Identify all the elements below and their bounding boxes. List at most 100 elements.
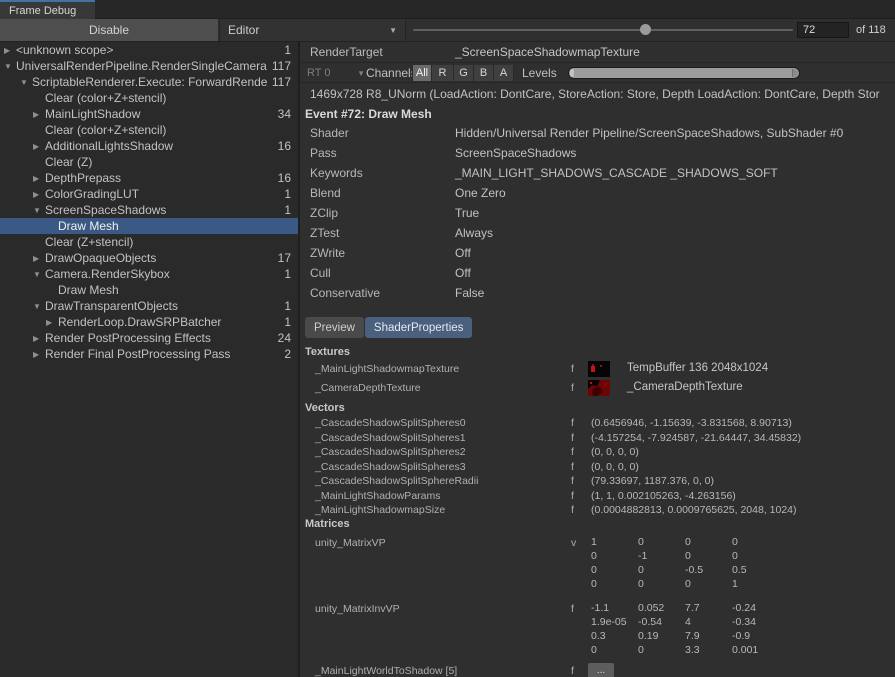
expand-arrow-icon[interactable]: ▼ [33,270,45,279]
tree-item[interactable]: ▶MainLightShadow34 [0,106,298,122]
tree-item[interactable]: ▶DrawOpaqueObjects17 [0,250,298,266]
tree-item[interactable]: Clear (color+Z+stencil) [0,90,298,106]
tree-item-count: 1 [284,203,291,217]
render-target-row: RenderTarget _ScreenSpaceShadowmapTextur… [300,42,895,63]
expand-arrow-icon[interactable]: ▶ [33,190,45,199]
tree-item-selected[interactable]: Draw Mesh [0,218,298,234]
preview-tabs: Preview ShaderProperties [305,317,895,338]
matrix-row: unity_MatrixVP v 1000 0-100 00-0.50.5 00… [300,536,895,592]
tree-item[interactable]: Clear (Z+stencil) [0,234,298,250]
expand-arrow-icon[interactable]: ▼ [20,78,32,87]
tree-item[interactable]: ▶ColorGradingLUT1 [0,186,298,202]
expand-matrix-array-button[interactable]: ... [588,663,614,677]
channel-button-all[interactable]: All [413,65,432,81]
tree-item[interactable]: ▶<unknown scope>1 [0,42,298,58]
event-detail-panel: RenderTarget _ScreenSpaceShadowmapTextur… [300,42,895,677]
tree-item[interactable]: Clear (color+Z+stencil) [0,122,298,138]
tree-item[interactable]: ▼UniversalRenderPipeline.RenderSingleCam… [0,58,298,74]
matrix-cell: -0.34 [732,616,779,628]
tree-item-count: 2 [284,347,291,361]
channel-button-g[interactable]: G [454,65,474,81]
tab-shader-properties[interactable]: ShaderProperties [365,317,473,338]
matrix-cell: 7.7 [685,602,732,614]
expand-arrow-icon[interactable]: ▶ [4,46,16,55]
property-value: Hidden/Universal Render Pipeline/ScreenS… [455,126,843,140]
channel-button-r[interactable]: R [432,65,454,81]
expand-arrow-icon[interactable]: ▼ [4,62,16,71]
frame-total-label: of 118 [856,19,886,41]
property-value: Off [455,266,471,280]
expand-arrow-icon[interactable]: ▶ [33,334,45,343]
expand-arrow-icon[interactable]: ▶ [33,110,45,119]
property-value: Off [455,246,471,260]
tree-item[interactable]: ▶AdditionalLightsShadow16 [0,138,298,154]
tree-item[interactable]: ▶RenderLoop.DrawSRPBatcher1 [0,314,298,330]
tree-item[interactable]: ▼DrawTransparentObjects1 [0,298,298,314]
matrix-cell: 0 [638,536,685,548]
matrix-cell: 0.001 [732,644,779,656]
matrix-cell: -0.9 [732,630,779,642]
render-target-value: _ScreenSpaceShadowmapTexture [455,45,640,59]
expand-arrow-icon[interactable]: ▶ [33,350,45,359]
matrix-cell: 1.9e-05 [591,616,638,628]
expand-arrow-icon[interactable]: ▼ [33,302,45,311]
vector-type: f [571,432,574,444]
matrix-cell: 0 [732,536,779,548]
channel-button-b[interactable]: B [474,65,494,81]
expand-arrow-icon[interactable]: ▶ [33,142,45,151]
property-label: ZClip [310,206,338,220]
tab-frame-debug[interactable]: Frame Debug [0,0,95,19]
frame-slider-handle[interactable] [640,24,651,35]
event-tree: ▶<unknown scope>1 ▼UniversalRenderPipeli… [0,42,298,677]
tab-preview[interactable]: Preview [305,317,364,338]
matrix-cell: 0 [591,644,638,656]
tree-item-count: 16 [278,171,291,185]
expand-arrow-icon[interactable]: ▶ [46,318,58,327]
channel-button-a[interactable]: A [494,65,514,81]
frame-slider-track[interactable] [413,29,793,31]
tree-item[interactable]: ▼Camera.RenderSkybox1 [0,266,298,282]
expand-arrow-icon[interactable]: ▼ [33,206,45,215]
tree-item-count: 1 [284,43,291,57]
tree-item[interactable]: ▼ScreenSpaceShadows1 [0,202,298,218]
levels-slider[interactable] [568,67,800,79]
levels-label: Levels [522,63,557,83]
event-title: Event #72: Draw Mesh [300,104,895,123]
tree-item[interactable]: Draw Mesh [0,282,298,298]
frame-number-input[interactable]: 72 [797,22,849,38]
disable-button[interactable]: Disable [0,19,218,41]
texture-thumbnail[interactable] [588,380,610,396]
property-row: Blend One Zero [300,183,895,203]
texture-thumbnail[interactable] [588,361,610,377]
tree-item[interactable]: Clear (Z) [0,154,298,170]
tree-item[interactable]: ▶Render Final PostProcessing Pass 2 [0,346,298,362]
target-dropdown-label: Editor [228,23,259,37]
tree-item-label: Render PostProcessing Effects [45,331,274,345]
section-header-vectors: Vectors [300,402,895,416]
section-header-textures: Textures [300,346,895,360]
property-value: One Zero [455,186,506,200]
tree-item[interactable]: ▼ScriptableRenderer.Execute: ForwardRend… [0,74,298,90]
vector-value: (0.6456946, -1.15639, -3.831568, 8.90713… [591,417,792,429]
texture-name: _CameraDepthTexture [315,382,421,394]
property-row: Keywords_MAIN_LIGHT_SHADOWS_CASCADE _SHA… [300,163,895,183]
matrix-cell: 0 [685,536,732,548]
expand-arrow-icon[interactable]: ▶ [33,174,45,183]
property-label: Conservative [310,286,380,300]
vector-value: (79.33697, 1187.376, 0, 0) [591,475,714,487]
tree-item[interactable]: ▶Render PostProcessing Effects24 [0,330,298,346]
expand-arrow-icon[interactable]: ▶ [33,254,45,263]
target-dropdown[interactable]: Editor ▼ [219,19,406,41]
tree-item-label: Render Final PostProcessing Pass [45,347,280,361]
tree-item[interactable]: ▶DepthPrepass16 [0,170,298,186]
vector-value: (0, 0, 0, 0) [591,461,639,473]
frame-debugger-window: Frame Debug Disable Editor ▼ 72 of 118 ▶… [0,0,895,677]
levels-slider-max-handle[interactable] [792,69,798,77]
rt-index-dropdown[interactable]: RT 0 ▼ [307,65,365,81]
vector-name: _CascadeShadowSplitSpheres0 [315,417,466,429]
vector-row: _MainLightShadowmapSizef(0.0004882813, 0… [300,503,895,518]
property-label: Blend [310,186,341,200]
property-label: ZTest [310,226,339,240]
vector-row: _CascadeShadowSplitSpheres0f(0.6456946, … [300,416,895,431]
levels-slider-min-handle[interactable] [570,69,574,77]
